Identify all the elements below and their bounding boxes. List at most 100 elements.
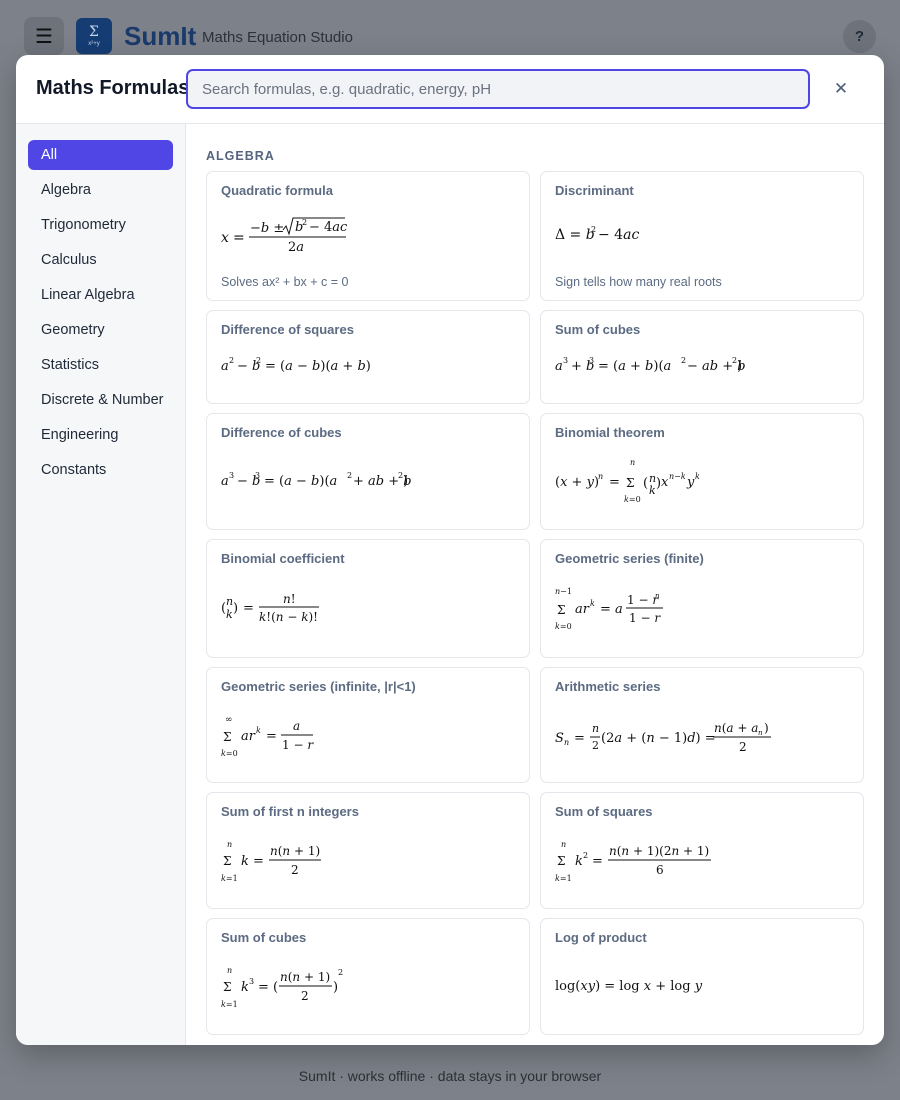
- svg-text:n(n + 1)(2n + 1): n(n + 1)(2n + 1): [609, 844, 709, 858]
- formula-card-arithmetic-series[interactable]: Arithmetic series S n = n 2 (2a + (n − 1…: [540, 667, 864, 783]
- svg-text:k: k: [575, 854, 583, 869]
- formula-render: a2 − b2 = (a − b)(a + b): [221, 353, 381, 377]
- svg-text:k: k: [226, 608, 233, 621]
- formula-render: n Σ k=1 k = n(n + 1) 2: [221, 837, 341, 887]
- formula-render: (x + y) n = n Σ k=0 ( n k ) x n−k y k: [555, 456, 715, 508]
- svg-text:a: a: [555, 359, 563, 374]
- svg-text:n: n: [758, 729, 763, 737]
- svg-text:k: k: [590, 599, 595, 608]
- svg-text:n: n: [564, 738, 569, 747]
- svg-text:2: 2: [256, 356, 261, 365]
- svg-text:): ): [403, 474, 408, 489]
- svg-text:2: 2: [291, 863, 299, 877]
- formula-card-discriminant[interactable]: Discriminant Δ = b 2 − 4ac Sign tells ho…: [540, 171, 864, 301]
- svg-text:k!(n − k)!: k!(n − k)!: [259, 610, 318, 624]
- formula-title: Binomial theorem: [555, 425, 665, 440]
- svg-text:Σ: Σ: [626, 476, 634, 490]
- formula-card-geometric-series-finite[interactable]: Geometric series (finite) n−1 Σ k=0 ar k…: [540, 539, 864, 658]
- formula-title: Sum of cubes: [555, 322, 641, 337]
- formula-card-binomial-coefficient[interactable]: Binomial coefficient ( n k ) = n! k!(n −…: [206, 539, 530, 658]
- svg-text:6: 6: [656, 863, 664, 877]
- formula-title: Quadratic formula: [221, 183, 333, 198]
- svg-text:): ): [737, 359, 742, 374]
- category-engineering[interactable]: Engineering: [28, 420, 173, 450]
- formula-card-geometric-series-infinite[interactable]: Geometric series (infinite, |r|<1) ∞ Σ k…: [206, 667, 530, 783]
- svg-text:k=1: k=1: [221, 1000, 238, 1009]
- search-input[interactable]: [186, 69, 810, 109]
- svg-text:n(n + 1): n(n + 1): [270, 844, 320, 858]
- svg-text:3: 3: [229, 471, 234, 480]
- formula-card-difference-of-cubes[interactable]: Difference of cubes a3 − b3 = (a − b)(a 2…: [206, 413, 530, 530]
- formula-card-binomial-theorem[interactable]: Binomial theorem (x + y) n = n Σ k=0 ( n…: [540, 413, 864, 530]
- menu-button[interactable]: ☰: [24, 17, 64, 55]
- svg-text:3: 3: [255, 471, 260, 480]
- svg-text:k=0: k=0: [555, 622, 572, 631]
- svg-text:a: a: [293, 719, 300, 733]
- formula-title: Sum of cubes: [221, 930, 307, 945]
- formula-card-difference-of-squares[interactable]: Difference of squares a2 − b2 = (a − b)(…: [206, 310, 530, 404]
- svg-text:k=1: k=1: [555, 874, 572, 883]
- category-geometry[interactable]: Geometry: [28, 315, 173, 345]
- formula-card-log-of-product[interactable]: Log of product log(xy) = log x + log y: [540, 918, 864, 1035]
- svg-text:−b ±: −b ±: [250, 221, 284, 236]
- formula-card-sum-of-cubes-series[interactable]: Sum of cubes n Σ k=1 k 3 = ( n(n + 1) 2 …: [206, 918, 530, 1035]
- svg-text:ar: ar: [241, 729, 256, 744]
- svg-text:k: k: [241, 980, 249, 995]
- svg-text:2: 2: [229, 356, 234, 365]
- svg-text:x: x: [661, 475, 669, 490]
- formula-card-sum-of-first-n-integers[interactable]: Sum of first n integers n Σ k=1 k = n(n …: [206, 792, 530, 909]
- svg-text:S: S: [555, 731, 564, 746]
- help-icon: ?: [854, 28, 865, 45]
- formula-card-quadratic[interactable]: Quadratic formula x = −b ± b 2 − 4ac 2a …: [206, 171, 530, 301]
- category-trigonometry[interactable]: Trigonometry: [28, 210, 173, 240]
- svg-text:n(a + a: n(a + a: [714, 721, 758, 735]
- footer: SumIt · works offline · data stays in yo…: [298, 1068, 602, 1084]
- svg-text:Σ: Σ: [223, 730, 231, 744]
- svg-text:a: a: [221, 474, 229, 489]
- svg-text:k=1: k=1: [221, 874, 238, 883]
- svg-text:(x + y): (x + y): [555, 475, 599, 490]
- category-constants[interactable]: Constants: [28, 455, 173, 485]
- formula-title: Geometric series (finite): [555, 551, 704, 566]
- formula-title: Geometric series (infinite, |r|<1): [221, 679, 416, 694]
- category-linear-algebra[interactable]: Linear Algebra: [28, 280, 173, 310]
- help-button[interactable]: ?: [843, 20, 876, 53]
- svg-text:n−1: n−1: [555, 587, 572, 596]
- svg-text:Σ: Σ: [557, 603, 565, 617]
- svg-text:2a: 2a: [288, 240, 304, 255]
- svg-text:3: 3: [563, 356, 568, 365]
- svg-text:log(xy) = log x + log y: log(xy) = log x + log y: [555, 979, 703, 994]
- svg-text:Σ: Σ: [557, 854, 565, 868]
- svg-text:k=0: k=0: [221, 749, 238, 758]
- svg-text:= (: = (: [258, 980, 278, 995]
- formula-render: n Σ k=1 k 3 = ( n(n + 1) 2 ) 2: [221, 963, 361, 1013]
- svg-text:Σ: Σ: [223, 980, 231, 994]
- svg-text:a: a: [221, 359, 229, 374]
- svg-text:): ): [764, 721, 769, 735]
- category-sidebar: All Algebra Trigonometry Calculus Linear…: [16, 124, 186, 1045]
- formula-render: S n = n 2 (2a + (n − 1)d) = n(a + a n ) …: [555, 718, 785, 758]
- svg-text:= a: = a: [600, 602, 623, 617]
- svg-text:=: =: [253, 854, 264, 869]
- category-calculus[interactable]: Calculus: [28, 245, 173, 275]
- category-discrete-number[interactable]: Discrete & Number: [28, 385, 173, 415]
- app-subtitle: Maths Equation Studio: [202, 29, 353, 46]
- svg-text:3: 3: [249, 977, 254, 986]
- svg-text:): ): [333, 980, 338, 995]
- svg-text:2: 2: [302, 218, 307, 227]
- svg-text:− 4ac: − 4ac: [309, 220, 348, 235]
- svg-text:n: n: [561, 840, 566, 849]
- formula-card-sum-of-squares[interactable]: Sum of squares n Σ k=1 k 2 = n(n + 1)(2n…: [540, 792, 864, 909]
- category-statistics[interactable]: Statistics: [28, 350, 173, 380]
- formula-card-sum-of-cubes[interactable]: Sum of cubes a3 + b3 = (a + b)(a 2 − ab +…: [540, 310, 864, 404]
- close-icon: ✕: [833, 79, 849, 98]
- svg-text:= (a + b)(a: = (a + b)(a: [598, 359, 671, 374]
- formula-render: log(xy) = log x + log y: [555, 973, 705, 997]
- formula-title: Sum of first n integers: [221, 804, 359, 819]
- svg-text:x: x: [221, 230, 229, 246]
- close-button[interactable]: ✕: [828, 76, 854, 102]
- category-algebra[interactable]: Algebra: [28, 175, 173, 205]
- formula-title: Sum of squares: [555, 804, 653, 819]
- hamburger-icon: ☰: [35, 25, 53, 48]
- category-all[interactable]: All: [28, 140, 173, 170]
